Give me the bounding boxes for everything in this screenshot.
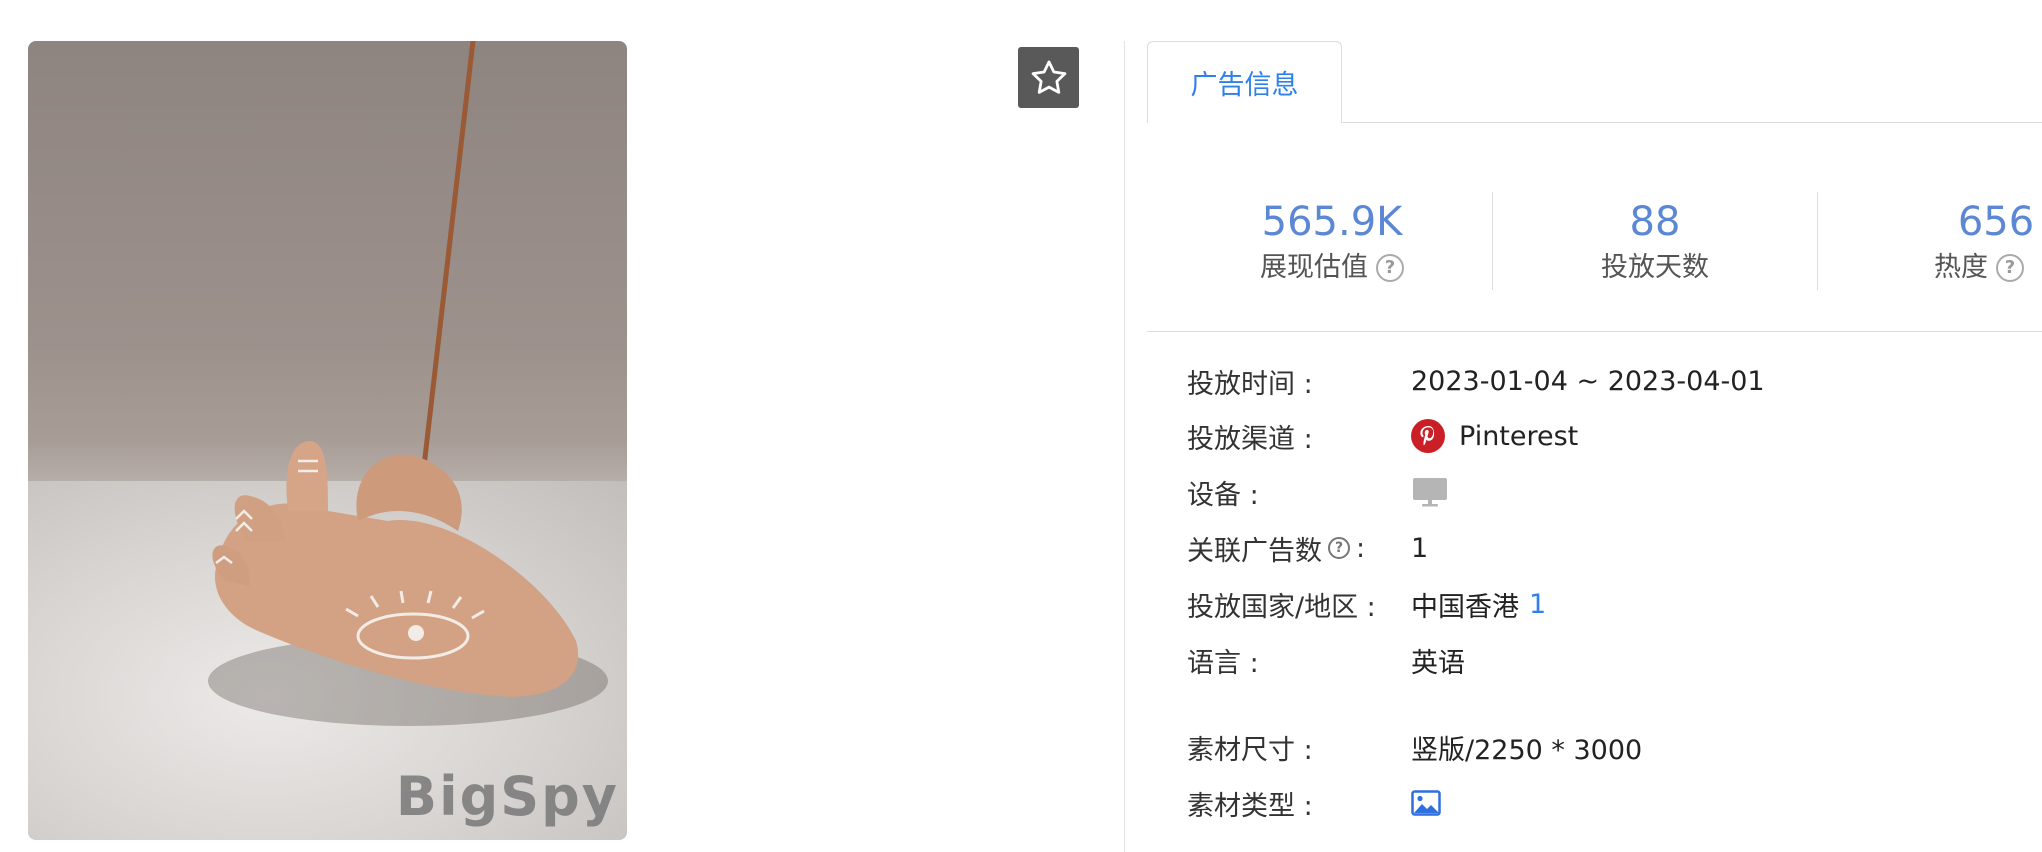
info-key: 语言 : <box>1187 647 1259 679</box>
info-value-related: 1 <box>1411 532 1429 564</box>
stat-heat-value: 656 <box>1957 199 2035 245</box>
info-key: 设备 : <box>1187 479 1259 511</box>
info-value-size: 竖版/2250 * 3000 <box>1411 734 1643 766</box>
info-key: 投放时间 : <box>1187 368 1313 400</box>
ad-creative-image[interactable]: BigSpy <box>28 41 627 840</box>
info-row-related-ads: 关联广告数 ? : 1 <box>1187 528 1428 568</box>
favorite-button[interactable] <box>1018 47 1079 108</box>
tab-bar-underline <box>1342 122 2042 123</box>
stat-separator <box>1817 192 1818 290</box>
stats-divider <box>1147 331 2042 332</box>
info-key: 素材尺寸 : <box>1187 734 1313 766</box>
stat-separator <box>1492 192 1493 290</box>
stat-heat: 656 热度 ? <box>1920 196 2042 288</box>
stat-impressions-label: 展现估值 <box>1260 252 1368 283</box>
image-icon <box>1411 790 1441 816</box>
info-value-time: 2023-01-04 ~ 2023-04-01 <box>1411 365 1765 397</box>
info-key-suffix: : <box>1356 532 1366 564</box>
help-icon[interactable]: ? <box>1376 254 1404 282</box>
incense-holder-illustration <box>208 41 608 726</box>
info-row-device: 设备 : <box>1187 472 1449 512</box>
star-outline-icon <box>1031 60 1066 94</box>
panel-divider <box>1124 41 1125 852</box>
info-row-type: 素材类型 : <box>1187 783 1441 823</box>
stat-days-value: 88 <box>1629 199 1681 245</box>
bigspy-watermark: BigSpy <box>395 765 619 828</box>
desktop-monitor-icon <box>1413 478 1447 507</box>
help-icon[interactable]: ? <box>1996 254 2024 282</box>
info-value-channel: Pinterest <box>1459 420 1579 452</box>
info-value-language: 英语 <box>1411 647 1465 679</box>
info-key: 关联广告数 <box>1187 535 1322 567</box>
info-key: 投放渠道 : <box>1187 423 1313 455</box>
info-value-region: 中国香港 <box>1411 591 1519 623</box>
pinterest-icon <box>1411 419 1445 453</box>
ad-detail-page: BigSpy 广告信息 565.9K 展现估值 ? 88 投放天数 656 热度… <box>0 0 2042 852</box>
info-key: 投放国家/地区 : <box>1187 591 1376 623</box>
stat-days: 88 投放天数 <box>1570 196 1740 288</box>
stat-days-label: 投放天数 <box>1601 252 1709 283</box>
info-row-language: 语言 : 英语 <box>1187 640 1465 680</box>
stat-heat-label: 热度 <box>1934 252 1988 283</box>
stat-impressions: 565.9K 展现估值 ? <box>1237 196 1427 288</box>
info-key: 素材类型 : <box>1187 790 1313 822</box>
stat-impressions-value: 565.9K <box>1261 199 1403 245</box>
info-row-time: 投放时间 : 2023-01-04 ~ 2023-04-01 <box>1187 361 1765 401</box>
region-count-link[interactable]: 1 <box>1529 589 1546 620</box>
help-icon[interactable]: ? <box>1328 537 1350 559</box>
info-row-size: 素材尺寸 : 竖版/2250 * 3000 <box>1187 727 1642 767</box>
info-row-channel: 投放渠道 : Pinterest <box>1187 416 1578 456</box>
tab-ad-info[interactable]: 广告信息 <box>1147 41 1342 123</box>
info-row-region: 投放国家/地区 : 中国香港 1 <box>1187 584 1546 624</box>
